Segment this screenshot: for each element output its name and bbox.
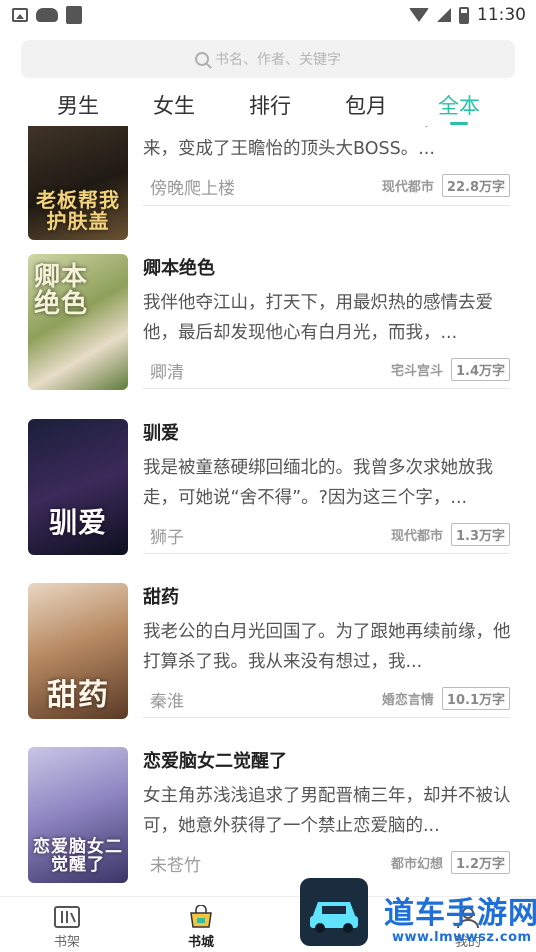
watermark: 道车手游网 www.lmwwsz.com xyxy=(300,876,536,952)
bookshelf-icon xyxy=(54,906,80,928)
book-genre: 现代都市 xyxy=(381,180,434,195)
divider xyxy=(143,205,510,206)
divider xyxy=(143,388,510,389)
book-title: 甜药 xyxy=(143,587,179,608)
book-description: 网恋对象七年前失约出国，音讯全无；七年后回来，变成了王瞻怡的顶头大BOSS。..… xyxy=(143,126,511,159)
list-item[interactable]: 卿本 绝色 卿本绝色 我伴他夺江山，打天下，用最炽热的感情去爱他，最后却发现他心… xyxy=(0,254,536,418)
battery-icon xyxy=(459,6,469,24)
book-title: 驯爱 xyxy=(143,423,179,444)
list-item[interactable]: 老板帮我 护肤盖 网恋对象七年前失约出国，音讯全无；七年后回来，变成了王瞻怡的顶… xyxy=(0,126,536,268)
weather-notification-icon xyxy=(36,8,58,22)
tab-male[interactable]: 男生 xyxy=(57,90,99,120)
book-author: 狮子 xyxy=(150,528,184,548)
book-author: 卿清 xyxy=(150,363,184,383)
list-item[interactable]: 驯爱 驯爱 我是被童慈硬绑回缅北的。我曾多次求她放我走，可她说“舍不得”。?因为… xyxy=(0,419,536,583)
book-title: 恋爱脑女二觉醒了 xyxy=(143,751,287,772)
book-word-count: 1.3万字 xyxy=(450,523,510,546)
book-word-count: 1.2万字 xyxy=(450,851,510,874)
car-icon xyxy=(310,902,358,933)
nav-label: 书架 xyxy=(53,935,80,950)
app-notification-icon xyxy=(66,6,82,24)
book-cover[interactable]: 甜药 xyxy=(28,583,128,719)
list-item[interactable]: 恋爱脑女二 觉醒了 恋爱脑女二觉醒了 女主角苏浅浅追求了男配晋楠三年，却并不被认… xyxy=(0,747,536,896)
tab-monthly[interactable]: 包月 xyxy=(345,90,387,120)
book-cover-text: 老板帮我 护肤盖 xyxy=(36,188,120,233)
book-cover-text: 卿本 绝色 xyxy=(34,262,89,320)
search-icon xyxy=(195,52,209,66)
book-genre: 都市幻想 xyxy=(390,857,443,872)
status-bar: 11:30 xyxy=(0,0,536,30)
book-cover[interactable]: 驯爱 xyxy=(28,419,128,555)
category-tabs: 男生 女生 排行 包月 全本 xyxy=(0,86,536,126)
watermark-url: www.lmwwsz.com xyxy=(392,930,532,945)
book-genre: 现代都市 xyxy=(390,529,443,544)
book-description: 我是被童慈硬绑回缅北的。我曾多次求她放我走，可她说“舍不得”。?因为这三个字，.… xyxy=(143,458,493,508)
book-cover-text: 恋爱脑女二 觉醒了 xyxy=(33,837,123,876)
book-author: 未苍竹 xyxy=(150,856,201,876)
book-author: 秦淮 xyxy=(150,692,184,712)
nav-bookshelf[interactable]: 书架 xyxy=(27,897,107,950)
book-author: 傍晚爬上楼 xyxy=(150,179,235,199)
book-word-count: 22.8万字 xyxy=(441,174,510,197)
book-genre: 婚恋言情 xyxy=(381,693,434,708)
book-description: 我伴他夺江山，打天下，用最炽热的感情去爱他，最后却发现他心有白月光，而我，... xyxy=(143,293,493,343)
cell-signal-icon xyxy=(437,8,451,22)
image-notification-icon xyxy=(12,8,28,22)
book-word-count: 10.1万字 xyxy=(441,687,510,710)
tab-complete[interactable]: 全本 xyxy=(438,90,480,120)
book-description: 我老公的白月光回国了。为了跟她再续前缘，他打算杀了我。我从来没有想过，我... xyxy=(143,622,511,672)
tab-ranking[interactable]: 排行 xyxy=(249,90,291,120)
book-cover[interactable]: 卿本 绝色 xyxy=(28,254,128,390)
book-title: 卿本绝色 xyxy=(143,258,215,279)
book-meta: 都市幻想 1.2万字 xyxy=(388,851,510,874)
book-meta: 婚恋言情 10.1万字 xyxy=(379,687,510,710)
book-cover[interactable]: 恋爱脑女二 觉醒了 xyxy=(28,747,128,883)
bookstore-icon xyxy=(190,905,212,928)
book-meta: 宅斗宫斗 1.4万字 xyxy=(388,358,510,381)
book-cover-text: 驯爱 xyxy=(48,505,107,539)
nav-label: 书城 xyxy=(187,935,214,950)
book-meta: 现代都市 1.3万字 xyxy=(388,523,510,546)
tab-female[interactable]: 女生 xyxy=(153,90,195,120)
watermark-logo xyxy=(300,878,368,946)
book-cover[interactable]: 老板帮我 护肤盖 xyxy=(28,126,128,240)
list-item[interactable]: 甜药 甜药 我老公的白月光回国了。为了跟她再续前缘，他打算杀了我。我从来没有想过… xyxy=(0,583,536,747)
divider xyxy=(143,553,510,554)
divider xyxy=(143,717,510,718)
search-bar[interactable]: 书名、作者、关键字 xyxy=(21,40,515,78)
search-placeholder: 书名、作者、关键字 xyxy=(215,52,341,68)
nav-bookstore[interactable]: 书城 xyxy=(161,897,241,950)
watermark-text: 道车手游网 xyxy=(384,896,536,931)
active-tab-indicator xyxy=(450,122,468,125)
book-word-count: 1.4万字 xyxy=(450,358,510,381)
status-icons-left xyxy=(12,6,82,24)
status-time: 11:30 xyxy=(477,5,526,25)
book-meta: 现代都市 22.8万字 xyxy=(379,174,510,197)
status-icons-right: 11:30 xyxy=(409,5,526,25)
book-cover-text: 甜药 xyxy=(47,677,109,713)
book-genre: 宅斗宫斗 xyxy=(390,364,443,379)
wifi-icon xyxy=(409,8,429,22)
book-description: 女主角苏浅浅追求了男配晋楠三年，却并不被认可，她意外获得了一个禁止恋爱脑的... xyxy=(143,786,511,836)
book-list: 老板帮我 护肤盖 网恋对象七年前失约出国，音讯全无；七年后回来，变成了王瞻怡的顶… xyxy=(0,126,536,896)
